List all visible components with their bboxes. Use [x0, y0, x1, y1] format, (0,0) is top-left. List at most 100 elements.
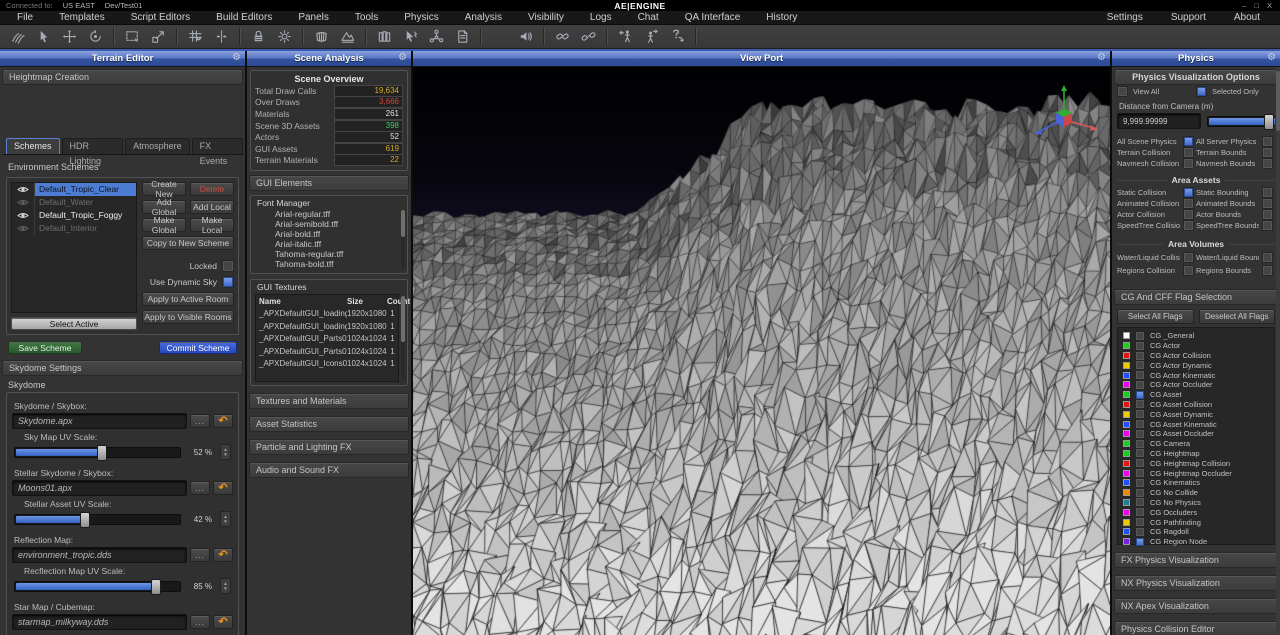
animated-bounds-checkbox[interactable] [1262, 198, 1273, 209]
make-local-button[interactable]: Make Local [190, 218, 234, 232]
viewport-canvas[interactable] [413, 67, 1110, 635]
font-list-item[interactable]: Tahoma-regular.tff [251, 249, 407, 259]
cg-heightmap-occluder-checkbox[interactable] [1135, 468, 1145, 478]
apply-to-visible-rooms-button[interactable]: Apply to Visible Rooms [142, 310, 234, 324]
visibility-eye-icon[interactable] [12, 183, 35, 196]
table-row[interactable]: _APXDefaultGUI_Parts011024x10241 [256, 333, 398, 346]
spinner-control[interactable]: ▲▼ [220, 511, 231, 527]
view-all-checkbox[interactable] [1117, 86, 1128, 97]
menu-item-logs[interactable]: Logs [577, 12, 625, 23]
physics-viz-options-section[interactable]: Physics Visualization Options [1114, 69, 1278, 85]
flag-row-cg-actor-kinematic[interactable]: CG Actor Kinematic [1118, 370, 1274, 380]
panels-stack-icon[interactable] [371, 27, 397, 47]
all-server-physics-checkbox[interactable] [1262, 136, 1273, 147]
deselect-all-flags-button[interactable]: Deselect All Flags [1199, 309, 1276, 324]
cg-no-collide-checkbox[interactable] [1135, 488, 1145, 498]
flag-row-cg-asset-dynamic[interactable]: CG Asset Dynamic [1118, 409, 1274, 419]
flag-row-cg-kinematics[interactable]: CG Kinematics [1118, 478, 1274, 488]
speedtree-collision-checkbox[interactable] [1183, 220, 1194, 231]
copy-to-new-scheme-button[interactable]: Copy to New Scheme [142, 236, 234, 250]
distance-input[interactable] [1117, 113, 1201, 129]
spinner-control[interactable]: ▲▼ [220, 578, 231, 594]
flag-row-cg-region-node[interactable]: CG Region Node [1118, 537, 1274, 547]
delete-button[interactable]: Delete [190, 182, 234, 196]
cg-asset-checkbox[interactable] [1135, 390, 1145, 400]
tab-fx-events[interactable]: FX Events [192, 138, 243, 154]
cg-general-checkbox[interactable] [1135, 331, 1145, 341]
browse-button[interactable]: ... [190, 481, 210, 495]
uv-scale-slider[interactable] [14, 447, 181, 458]
section-nx-apex-visualization[interactable]: NX Apex Visualization [1114, 598, 1278, 614]
undo-icon[interactable]: ↶ [213, 548, 233, 562]
table-row[interactable]: _APXDefaultGUI_loading021920x10801 [256, 321, 398, 334]
gui-elements-section[interactable]: GUI Elements [249, 175, 409, 191]
create-new-button[interactable]: Create New [142, 182, 186, 196]
table-row[interactable]: _APXDefaultGUI_loading011920x10801 [256, 308, 398, 321]
viewport-header[interactable]: View Port ⚙ [413, 51, 1110, 67]
slider-knob[interactable] [80, 512, 90, 528]
asset-path-input[interactable] [12, 614, 187, 630]
menu-item-support[interactable]: Support [1157, 12, 1220, 23]
menu-item-analysis[interactable]: Analysis [452, 12, 515, 23]
browse-button[interactable]: ... [190, 414, 210, 428]
flag-row-cg-asset[interactable]: CG Asset [1118, 390, 1274, 400]
flag-row-cg-asset-occluder[interactable]: CG Asset Occluder [1118, 429, 1274, 439]
font-list-scrollbar[interactable] [401, 210, 405, 269]
cg-asset-collision-checkbox[interactable] [1135, 399, 1145, 409]
section-particle-and-lighting-fx[interactable]: Particle and Lighting FX [249, 439, 409, 455]
water-liquid-bounds-checkbox[interactable] [1262, 252, 1273, 263]
section-audio-and-sound-fx[interactable]: Audio and Sound FX [249, 462, 409, 478]
undo-icon[interactable]: ↶ [213, 481, 233, 495]
browse-button[interactable]: ... [190, 548, 210, 562]
quick-select-icon[interactable] [397, 27, 423, 47]
cg-actor-dynamic-checkbox[interactable] [1135, 360, 1145, 370]
commit-scheme-button[interactable]: Commit Scheme [159, 341, 237, 354]
scene-analysis-header[interactable]: Scene Analysis ⚙ [247, 51, 411, 67]
select-active-button[interactable]: Select Active [11, 317, 137, 330]
cg-pathfinding-checkbox[interactable] [1135, 517, 1145, 527]
use-dynamic-sky-checkbox[interactable] [222, 276, 234, 288]
flag-row-cg-heightmap[interactable]: CG Heightmap [1118, 449, 1274, 459]
menu-item-about[interactable]: About [1220, 12, 1274, 23]
column-header[interactable]: Count [387, 296, 410, 308]
navmesh-bounds-checkbox[interactable] [1262, 158, 1273, 169]
menu-item-file[interactable]: File [4, 12, 46, 23]
cg-occluders-checkbox[interactable] [1135, 507, 1145, 517]
font-list-item[interactable]: Arial-semibold.tff [251, 219, 407, 229]
flag-row-cg-asset-collision[interactable]: CG Asset Collision [1118, 400, 1274, 410]
scheme-row-default-interior[interactable]: Default_Interior [12, 222, 136, 235]
cg-actor-checkbox[interactable] [1135, 341, 1145, 351]
close-button[interactable]: X [1267, 1, 1272, 10]
tab-schemes[interactable]: Schemes [6, 138, 60, 154]
font-list-item[interactable]: Arial-regular.tff [251, 209, 407, 219]
scale-tool-icon[interactable] [145, 27, 171, 47]
terrain-editor-header[interactable]: Terrain Editor ⚙ [0, 51, 245, 67]
gear-icon[interactable]: ⚙ [1097, 51, 1106, 65]
flag-row-cg-heightmap-occluder[interactable]: CG Heightmap Occluder [1118, 468, 1274, 478]
actor-collision-checkbox[interactable] [1183, 209, 1194, 220]
link-assets-icon[interactable] [549, 27, 575, 47]
add-local-button[interactable]: Add Local [190, 200, 234, 214]
all-scene-physics-checkbox[interactable] [1183, 136, 1194, 147]
visibility-eye-icon[interactable] [12, 209, 35, 222]
asset-path-input[interactable] [12, 547, 187, 563]
flag-row-cg-general[interactable]: CG _General [1118, 331, 1274, 341]
browse-button[interactable]: ... [190, 615, 210, 629]
column-header[interactable]: Name [256, 296, 347, 308]
script-page-icon[interactable] [449, 27, 475, 47]
select-cursor-icon[interactable] [30, 27, 56, 47]
menu-item-physics[interactable]: Physics [391, 12, 451, 23]
scheme-row-default-tropic-foggy[interactable]: Default_Tropic_Foggy [12, 209, 136, 222]
regions-bounds-checkbox[interactable] [1262, 265, 1273, 276]
select-all-flags-button[interactable]: Select All Flags [1117, 309, 1194, 324]
move-tool-icon[interactable] [56, 27, 82, 47]
visibility-eye-icon[interactable] [12, 196, 35, 209]
flag-row-cg-actor-occluder[interactable]: CG Actor Occluder [1118, 380, 1274, 390]
flag-row-cg-ragdoll[interactable]: CG Ragdoll [1118, 527, 1274, 537]
menu-item-build-editors[interactable]: Build Editors [203, 12, 285, 23]
selected-only-checkbox[interactable] [1196, 86, 1207, 97]
walk-to-icon[interactable] [638, 27, 664, 47]
flag-row-cg-actor[interactable]: CG Actor [1118, 341, 1274, 351]
terrain-bounds-checkbox[interactable] [1262, 147, 1273, 158]
animated-collision-checkbox[interactable] [1183, 198, 1194, 209]
